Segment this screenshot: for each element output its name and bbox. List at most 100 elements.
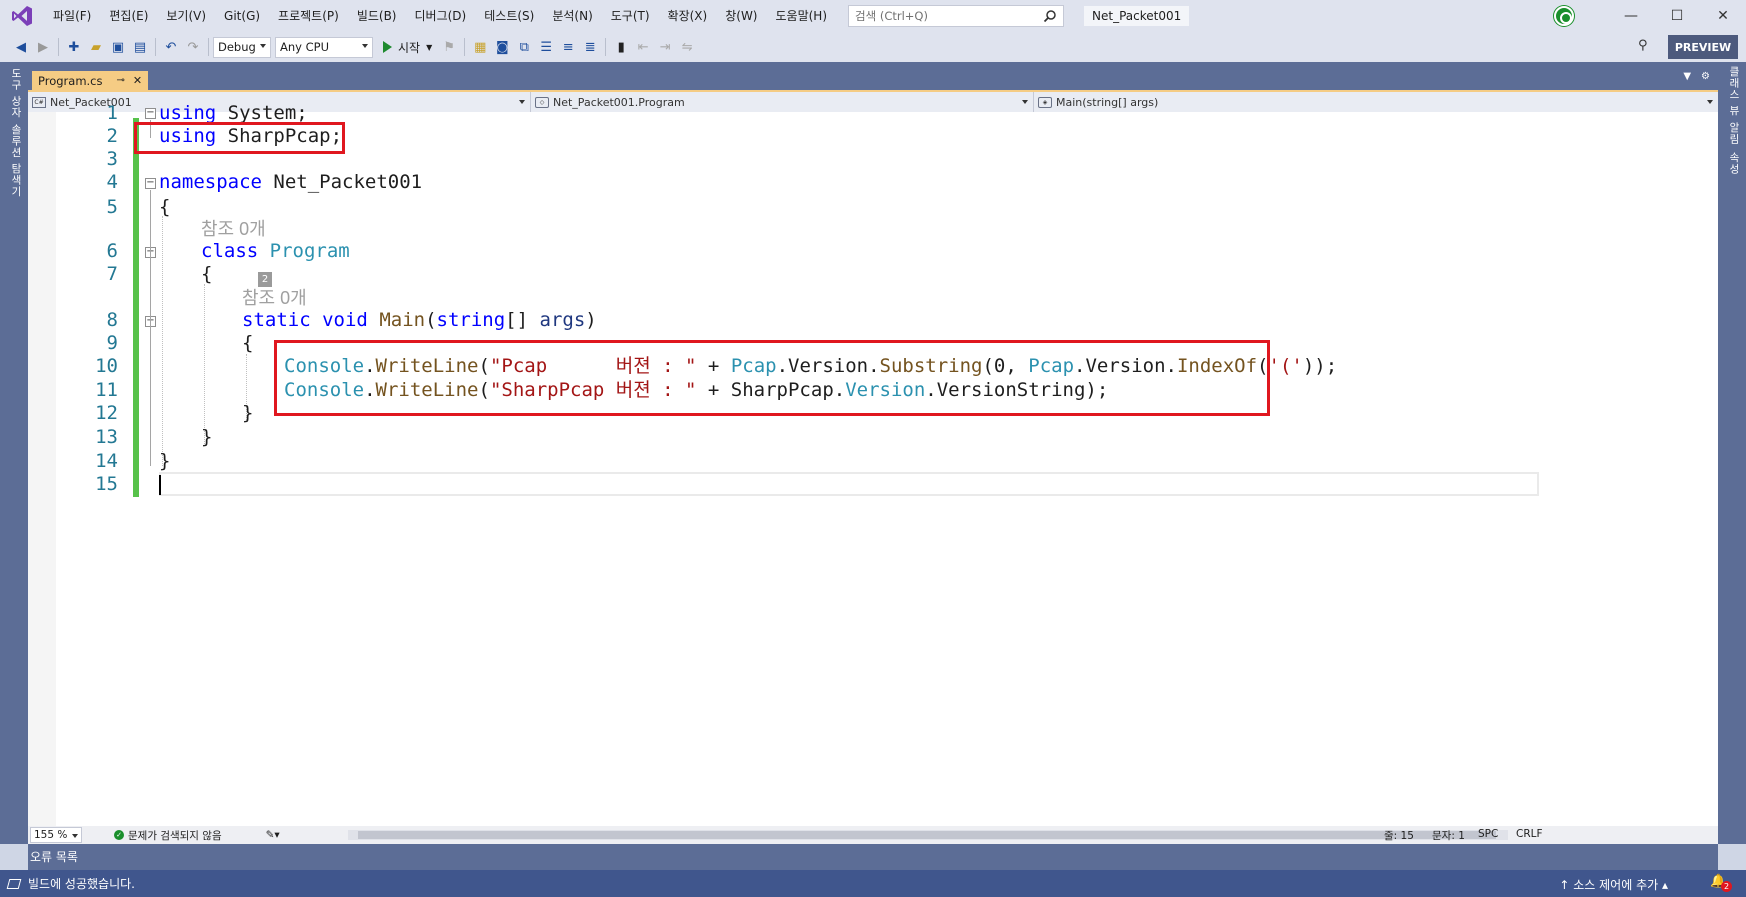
- member-dropdown[interactable]: ◈ Main(string[] args): [1034, 92, 1718, 112]
- chevron-down-icon: [519, 100, 525, 104]
- codelens-references[interactable]: 참조 0개: [201, 218, 266, 241]
- text-caret: [159, 475, 161, 495]
- line-indicator[interactable]: 줄: 15: [1384, 828, 1414, 843]
- line-number: 12: [95, 402, 118, 424]
- code-line-12: }: [242, 402, 254, 424]
- start-button[interactable]: 시작 ▼: [377, 39, 438, 56]
- line-ending-indicator[interactable]: CRLF: [1516, 828, 1543, 840]
- menu-analyze[interactable]: 분석(N): [543, 0, 601, 32]
- code-line-5: {: [159, 196, 171, 218]
- column-indicator[interactable]: 문자: 1: [1432, 828, 1465, 843]
- preview-button[interactable]: PREVIEW: [1668, 35, 1738, 59]
- open-folder-icon[interactable]: ▰: [85, 36, 107, 58]
- collapse-icon[interactable]: −: [145, 108, 156, 119]
- code-text: System;: [216, 102, 308, 124]
- tab-program-cs[interactable]: Program.cs ⊸ ✕: [32, 71, 149, 90]
- visual-studio-logo-icon[interactable]: [10, 4, 34, 28]
- menu-view[interactable]: 보기(V): [157, 0, 215, 32]
- menu-build[interactable]: 빌드(B): [348, 0, 406, 32]
- save-icon[interactable]: ▣: [107, 36, 129, 58]
- configuration-dropdown[interactable]: Debug: [213, 36, 271, 58]
- menu-test[interactable]: 테스트(S): [475, 0, 543, 32]
- issues-indicator[interactable]: ✓ 문제가 검색되지 않음: [114, 828, 222, 843]
- chevron-down-icon[interactable]: ▼: [426, 43, 432, 52]
- suggestion-badge[interactable]: 2: [258, 272, 272, 287]
- notifications-button[interactable]: 🔔 2: [1710, 874, 1732, 892]
- platform-dropdown[interactable]: Any CPU: [275, 36, 373, 58]
- screenshot-icon[interactable]: ◙: [491, 36, 513, 58]
- change-tracking-bar: [133, 118, 139, 497]
- type-value: Net_Packet001.Program: [553, 95, 685, 109]
- bottom-tool-strip: 오류 목록: [28, 844, 1718, 870]
- status-icon: [6, 878, 22, 889]
- brush-icon[interactable]: ✎▾: [266, 829, 280, 841]
- keyword: void: [322, 309, 368, 331]
- redo-icon[interactable]: ↷: [182, 36, 204, 58]
- pin-icon[interactable]: ⊸: [117, 75, 125, 86]
- string-literal: '(': [1268, 355, 1303, 377]
- horizontal-scrollbar[interactable]: [348, 830, 1508, 840]
- toolbox-tab[interactable]: 도구 상자: [4, 68, 24, 118]
- menu-tools[interactable]: 도구(T): [602, 0, 659, 32]
- menu-help[interactable]: 도움말(H): [767, 0, 837, 32]
- chevron-down-icon: [1707, 100, 1713, 104]
- next-bookmark-icon[interactable]: ⇥: [654, 36, 676, 58]
- search-input[interactable]: 검색 (Ctrl+Q): [848, 5, 1065, 27]
- bookmark-icon[interactable]: ▮: [610, 36, 632, 58]
- code-editor[interactable]: 1 2 3 4 5 6 7 8 9 10 11 12 13 14 15 − − …: [28, 102, 1718, 826]
- feedback-icon[interactable]: ⚲: [1638, 38, 1656, 56]
- tab-list-icon[interactable]: ▼: [1683, 71, 1691, 82]
- close-icon[interactable]: ✕: [133, 74, 142, 87]
- back-icon[interactable]: ◀: [10, 36, 32, 58]
- maximize-button[interactable]: ☐: [1654, 0, 1700, 32]
- zoom-dropdown[interactable]: 155 %: [30, 827, 82, 843]
- code-line-8: static void Main(string[] args): [242, 309, 597, 332]
- gear-icon[interactable]: ⚙: [1701, 71, 1710, 82]
- minimize-button[interactable]: —: [1608, 0, 1654, 32]
- method-icon: ◈: [1038, 96, 1052, 108]
- object-browser-icon[interactable]: ⧉: [513, 36, 535, 58]
- live-share-icon[interactable]: [1554, 6, 1574, 26]
- code-line-6: class Program: [201, 240, 350, 263]
- line-number: 3: [106, 148, 118, 170]
- line-number: 10: [95, 355, 118, 377]
- menu-edit[interactable]: 편집(E): [100, 0, 157, 32]
- browse-icon[interactable]: ▦: [469, 36, 491, 58]
- collapse-icon[interactable]: −: [145, 178, 156, 189]
- hot-reload-icon[interactable]: ⚑: [438, 36, 460, 58]
- current-line-highlight: [159, 472, 1539, 496]
- solution-explorer-tab[interactable]: 솔루션 탐색기: [4, 124, 24, 197]
- new-project-icon[interactable]: ✚: [63, 36, 85, 58]
- save-all-icon[interactable]: ▤: [129, 36, 151, 58]
- close-window-button[interactable]: ✕: [1700, 0, 1746, 32]
- menu-git[interactable]: Git(G): [215, 0, 269, 32]
- undo-icon[interactable]: ↶: [160, 36, 182, 58]
- add-to-source-control-button[interactable]: ↑ 소스 제어에 추가 ▴: [1559, 876, 1668, 893]
- clear-bookmarks-icon[interactable]: ⇋: [676, 36, 698, 58]
- chevron-down-icon: [1022, 100, 1028, 104]
- menu-debug[interactable]: 디버그(D): [406, 0, 476, 32]
- punct: []: [505, 309, 540, 331]
- indent-guide: [162, 216, 163, 466]
- prev-bookmark-icon[interactable]: ⇤: [632, 36, 654, 58]
- solution-explorer-icon[interactable]: ☰: [535, 36, 557, 58]
- properties-tab[interactable]: 속성: [1722, 152, 1742, 175]
- codelens-references[interactable]: 참조 0개: [242, 287, 307, 310]
- class-view-tab[interactable]: 클래스 뷰: [1722, 66, 1742, 116]
- type-dropdown[interactable]: ◇ Net_Packet001.Program: [531, 92, 1034, 112]
- indent-indicator[interactable]: SPC: [1478, 828, 1498, 840]
- comment-icon[interactable]: ≡: [557, 36, 579, 58]
- notifications-tab[interactable]: 알림: [1722, 122, 1742, 145]
- menu-project[interactable]: 프로젝트(P): [269, 0, 348, 32]
- tab-error-list[interactable]: 오류 목록: [30, 848, 78, 865]
- indicator-margin: [28, 112, 56, 826]
- menu-extensions[interactable]: 확장(X): [659, 0, 717, 32]
- search-placeholder: 검색 (Ctrl+Q): [855, 9, 928, 23]
- menu-window[interactable]: 창(W): [716, 0, 766, 32]
- right-tool-strip: 클래스 뷰 알림 속성: [1718, 62, 1746, 844]
- uncomment-icon[interactable]: ≣: [579, 36, 601, 58]
- menu-file[interactable]: 파일(F): [44, 0, 100, 32]
- scrollbar-thumb[interactable]: [358, 831, 1496, 839]
- forward-icon[interactable]: ▶: [32, 36, 54, 58]
- code-line-9: {: [242, 332, 254, 354]
